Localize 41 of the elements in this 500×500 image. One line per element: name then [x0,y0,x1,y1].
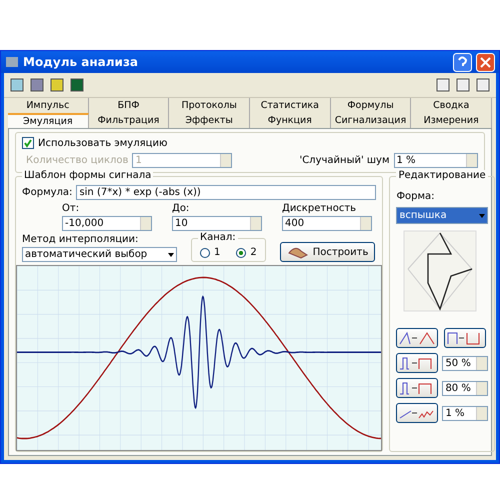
pulse-transform-button[interactable] [396,353,438,373]
checkbox[interactable] [22,137,34,149]
input-field[interactable]: 50 % [442,356,488,370]
group-title: Редактирование [396,170,488,181]
field-label: Формула: [22,187,72,198]
field-label: До: [172,203,190,214]
help-icon[interactable] [453,52,472,72]
input-field[interactable]: 1 % [394,153,478,168]
dropdown[interactable]: автоматический выбор [22,247,177,262]
window-title: Модуль анализа [23,55,140,69]
dropdown[interactable]: вспышка [396,207,488,224]
ramp-transform-button[interactable] [396,328,438,348]
checkbox-label: Использовать эмуляцию [38,138,168,148]
field-label: Количество циклов [26,155,128,166]
field-label: От: [62,203,80,214]
radio-label: 1 [214,247,220,258]
build-button[interactable]: Построить [280,242,376,262]
ramp-to-triangle-icon [399,331,436,345]
radio-button[interactable] [200,248,210,258]
pulse-transform-button[interactable] [396,403,438,423]
input-field[interactable]: 10 [172,216,262,231]
radio-label: 2 [250,247,257,258]
tab[interactable]: Сигнализация [330,113,412,128]
radio-button[interactable] [236,248,246,258]
tab[interactable]: Эмуляция [8,113,89,128]
group-title: Канал: [198,232,238,243]
pulse-transform-button[interactable] [396,378,438,398]
field-label: 'Случайный' шум [299,155,390,166]
input-field[interactable]: 80 % [442,380,488,396]
input-field[interactable]: sin (7*x) * exp (-abs (x)) [76,185,376,200]
input-field[interactable]: 400 [282,216,372,231]
field-label: Метод интерполяции: [22,234,140,245]
tab[interactable]: Формулы [330,98,412,113]
field-label: Форма: [396,191,436,202]
tab[interactable]: Фильтрация [88,113,170,128]
input-field[interactable]: 1 % [442,406,488,420]
field-label: Дискретность [282,203,358,214]
input-field[interactable]: -10,000 [62,216,152,231]
pulse-invert-button[interactable] [444,328,486,348]
group-title: Шаблон формы сигнала [22,170,154,181]
tab[interactable]: БПФ [88,98,170,113]
